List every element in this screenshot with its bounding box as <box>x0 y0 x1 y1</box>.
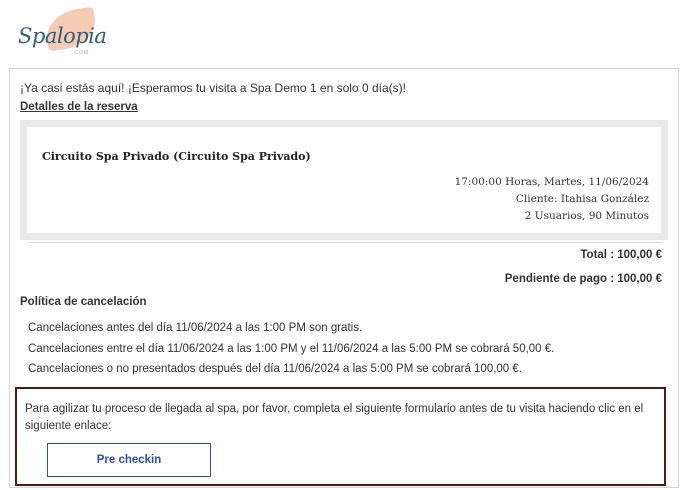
booking-users-duration: 2 Usuarios, 90 Minutos <box>524 210 649 222</box>
cancellation-policy-title: Política de cancelación <box>20 296 147 308</box>
precheckin-button[interactable]: Pre checkin <box>47 443 211 477</box>
booking-client: Cliente: Itahisa González <box>515 193 649 205</box>
policy-item: Cancelaciones o no presentados después d… <box>28 363 522 375</box>
precheckin-text: Para agilizar tu proceso de llegada al s… <box>25 403 644 432</box>
service-name: Circuito Spa Privado (Circuito Spa Priva… <box>42 150 311 163</box>
booking-panel-inner: Circuito Spa Privado (Circuito Spa Priva… <box>27 127 661 233</box>
booking-details-title: Detalles de la reserva <box>20 101 138 113</box>
precheckin-box: Para agilizar tu proceso de llegada al s… <box>15 387 666 486</box>
policy-item: Cancelaciones antes del día 11/06/2024 a… <box>28 322 363 334</box>
greeting-text: ¡Ya casi estás aquí! ¡Esperamos tu visit… <box>20 81 406 95</box>
pending-amount: Pendiente de pago : 100,00 € <box>504 273 662 285</box>
booking-panel: Circuito Spa Privado (Circuito Spa Priva… <box>20 120 668 240</box>
logo-brand: Spalopia <box>18 24 107 48</box>
spalopia-logo: Spalopia .COM <box>16 6 107 62</box>
policy-item: Cancelaciones entre el día 11/06/2024 a … <box>28 342 555 355</box>
logo-suffix: .COM <box>72 50 90 56</box>
booking-info: 17:00:00 Horas, Martes, 11/06/2024 Clien… <box>455 174 649 225</box>
booking-datetime: 17:00:00 Horas, Martes, 11/06/2024 <box>454 176 649 188</box>
cancellation-policy-list: Cancelaciones antes del día 11/06/2024 a… <box>28 318 554 380</box>
divider <box>28 242 662 243</box>
total-amount: Total : 100,00 € <box>580 249 662 261</box>
email-card: ¡Ya casi estás aquí! ¡Esperamos tu visit… <box>9 68 679 488</box>
